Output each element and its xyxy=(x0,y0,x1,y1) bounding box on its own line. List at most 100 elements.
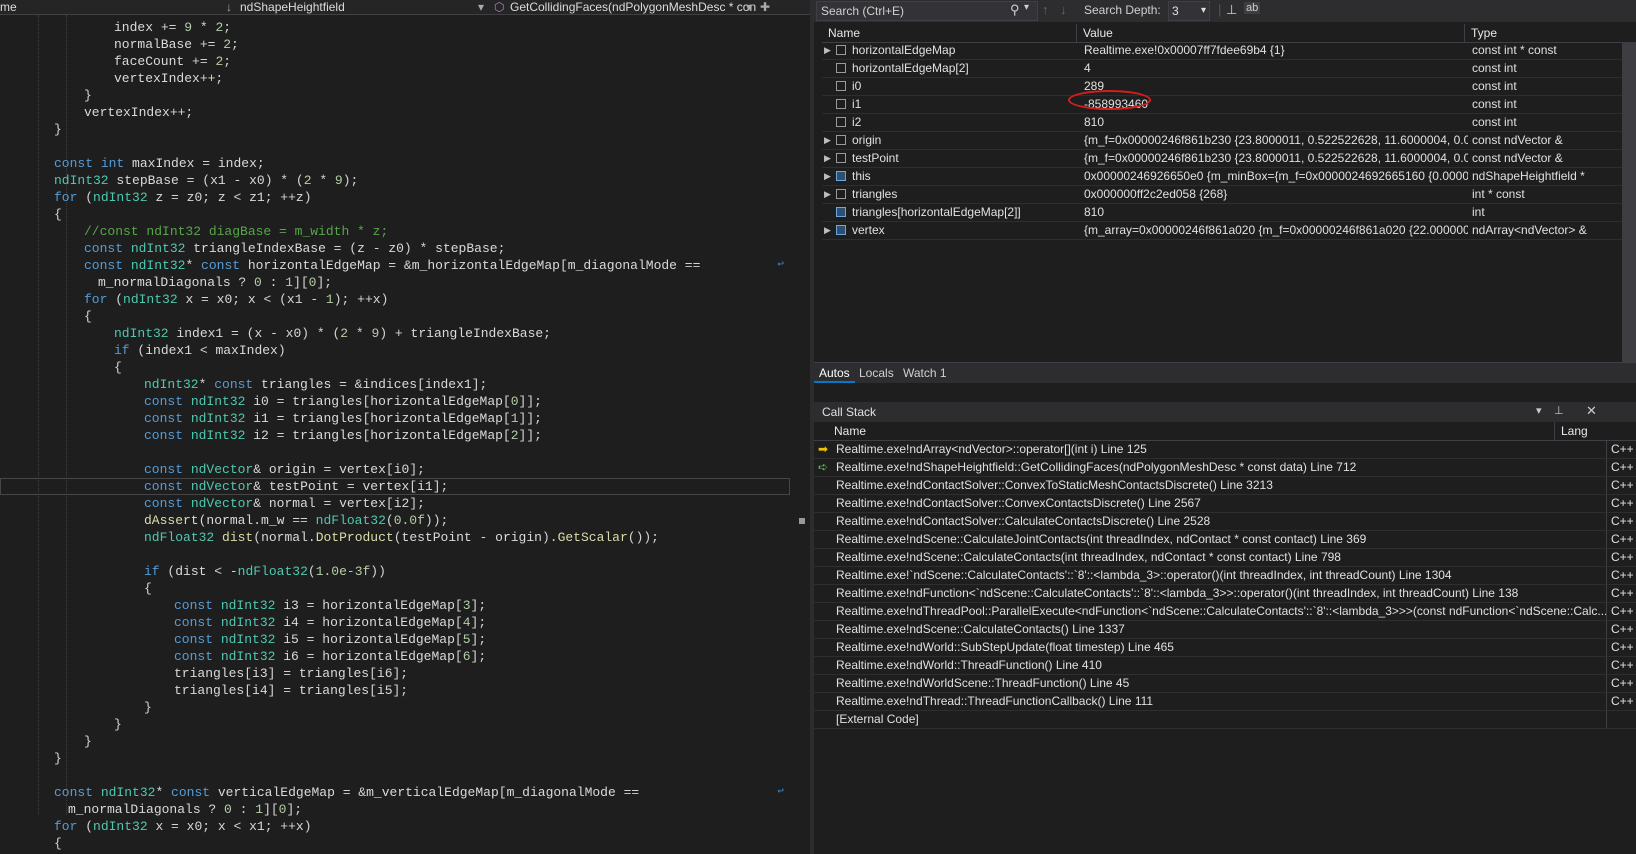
column-lang[interactable]: Lang xyxy=(1554,422,1594,440)
code-line[interactable]: ndInt32 stepBase = (x1 - x0) * (2 * 9); xyxy=(0,172,790,189)
code-line[interactable]: const ndInt32* const verticalEdgeMap = &… xyxy=(0,784,790,801)
code-line[interactable]: const ndInt32 i0 = triangles [horizontalE… xyxy=(0,393,790,410)
code-line[interactable]: index += 9 * 2; xyxy=(0,19,790,36)
code-line[interactable]: { xyxy=(0,835,790,852)
column-value[interactable]: Value xyxy=(1076,24,1464,42)
code-line[interactable] xyxy=(0,767,790,784)
call-stack-frame[interactable]: Realtime.exe!ndScene::CalculateJointCont… xyxy=(814,531,1636,549)
call-stack-frame[interactable]: Realtime.exe!ndScene::CalculateContacts(… xyxy=(814,621,1636,639)
watch-row[interactable]: ▶ triangles 0x000000ff2c2ed058 {268} int * … xyxy=(822,186,1636,204)
call-stack-frame[interactable]: Realtime.exe!ndWorld::ThreadFunction() L… xyxy=(814,657,1636,675)
code-line[interactable]: normalBase += 2; xyxy=(0,36,790,53)
watch-row[interactable]: ▶ origin {m_f=0x00000246f861b230 {23.80000… xyxy=(822,132,1636,150)
editor-scrollbar[interactable] xyxy=(792,15,810,854)
call-stack-frame[interactable]: Realtime.exe!ndContactSolver::ConvexCont… xyxy=(814,495,1636,513)
code-line[interactable] xyxy=(0,444,790,461)
code-line[interactable]: if (index1 < maxIndex) xyxy=(0,342,790,359)
code-line[interactable] xyxy=(0,138,790,155)
code-editor[interactable]: me ↓ ndShapeHeightfield ▾ ⬡ GetColliding… xyxy=(0,0,810,854)
arrow-up-icon[interactable]: ↑ xyxy=(1042,2,1049,17)
arrow-down-icon[interactable]: ↓ xyxy=(1060,2,1067,17)
code-line[interactable]: for (ndInt32 z = z0; z < z1; ++z) xyxy=(0,189,790,206)
watch-row[interactable]: ▶ horizontalEdgeMap Realtime.exe!0x00007ff… xyxy=(822,42,1636,60)
pin-icon[interactable]: ⊥ xyxy=(1226,2,1237,18)
call-stack-frame[interactable]: Realtime.exe!ndThreadPool::ParallelExecu… xyxy=(814,603,1636,621)
watch-row[interactable]: ▶ this 0x00000246926650e0 {m_minBox={m_f=0… xyxy=(822,168,1636,186)
code-line[interactable]: triangles[i3] = triangles[i6]; xyxy=(0,665,790,682)
watch-row[interactable]: ▶ testPoint {m_f=0x00000246f861b230 {23.80… xyxy=(822,150,1636,168)
code-line[interactable] xyxy=(0,546,790,563)
chevron-down-icon[interactable]: ▾ xyxy=(1024,2,1029,13)
code-line[interactable]: const ndInt32 i1 = triangles [horizontalE… xyxy=(0,410,790,427)
call-stack-frame[interactable]: ➪ Realtime.exe!ndShapeHeightfield::GetCol… xyxy=(814,459,1636,477)
code-line[interactable]: dAssert(normal.m_w == ndFloat32(0.0f)); xyxy=(0,512,790,529)
code-line[interactable]: const ndInt32 i5 = horizontalEdgeMap[5]; xyxy=(0,631,790,648)
code-line[interactable]: for (ndInt32 x = x0; x < (x1 - 1); ++x) xyxy=(0,291,790,308)
column-type[interactable]: Type xyxy=(1464,24,1630,42)
expand-arrow-icon[interactable]: ▶ xyxy=(824,42,834,59)
tab-locals[interactable]: Locals xyxy=(854,363,899,383)
watch-row[interactable]: i1 -858993460 const int xyxy=(822,96,1636,114)
code-line[interactable]: m_normalDiagonals ? 0 : 1][0]; xyxy=(0,801,790,818)
code-text[interactable]: index += 9 * 2; normalBase += 2; faceCount… xyxy=(0,19,790,852)
column-name[interactable]: Name xyxy=(828,422,1554,440)
code-line[interactable]: for (ndInt32 x = x0; x < x1; ++x) xyxy=(0,818,790,835)
nav-project-dropdown[interactable]: me xyxy=(0,0,17,14)
call-stack-frame[interactable]: Realtime.exe!ndThread::ThreadFunctionCal… xyxy=(814,693,1636,711)
code-line[interactable]: //const ndInt32 diagBase = m_width * z; xyxy=(0,223,790,240)
chevron-down-icon[interactable]: ▾ xyxy=(746,0,752,14)
code-line[interactable]: const ndInt32 i2 = triangles [horizontalE… xyxy=(0,427,790,444)
code-line[interactable]: const ndInt32 i6 = horizontalEdgeMap[6]; xyxy=(0,648,790,665)
watch-row[interactable]: triangles[horizontalEdgeMap[2]] 810 int xyxy=(822,204,1636,222)
watch-scrollbar[interactable] xyxy=(1622,42,1636,367)
code-line[interactable]: { xyxy=(0,580,790,597)
code-line[interactable]: ndFloat32 dist(normal.DotProduct(testPoi… xyxy=(0,529,790,546)
chevron-down-icon[interactable]: ▾ xyxy=(1536,404,1542,417)
code-line[interactable]: const ndInt32 i3 = horizontalEdgeMap[3]; xyxy=(0,597,790,614)
code-line[interactable]: } xyxy=(0,121,790,138)
tab-autos[interactable]: Autos xyxy=(814,363,855,383)
code-line[interactable]: if (dist < -ndFloat32(1.0e-3f)) xyxy=(0,563,790,580)
expand-arrow-icon[interactable]: ▶ xyxy=(824,150,834,167)
code-line[interactable]: const ndInt32* const horizontalEdgeMap =… xyxy=(0,257,790,274)
call-stack-frame[interactable]: ➡ Realtime.exe!ndArray<ndVector>::operato… xyxy=(814,441,1636,459)
search-depth-select[interactable]: 3 ▾ xyxy=(1168,1,1210,21)
code-line[interactable]: } xyxy=(0,87,790,104)
code-line[interactable]: { xyxy=(0,206,790,223)
close-icon[interactable]: ✕ xyxy=(1586,403,1597,419)
call-stack-frame[interactable]: Realtime.exe!`ndScene::CalculateContacts… xyxy=(814,567,1636,585)
watch-search-input[interactable]: Search (Ctrl+E) xyxy=(816,1,1038,21)
hex-display-icon[interactable]: ab xyxy=(1244,2,1261,14)
watch-row[interactable]: ▶ vertex {m_array=0x00000246f861a020 {m_f=… xyxy=(822,222,1636,240)
code-line[interactable]: const ndInt32 i4 = horizontalEdgeMap[4]; xyxy=(0,614,790,631)
split-icon[interactable]: ✚ xyxy=(760,0,770,14)
code-line[interactable]: } xyxy=(0,733,790,750)
code-line[interactable]: const ndVector& testPoint = vertex[i1]; xyxy=(0,478,790,495)
tab-watch-1[interactable]: Watch 1 xyxy=(898,363,952,383)
pin-icon[interactable]: ⊥ xyxy=(1554,404,1564,417)
code-line[interactable]: } xyxy=(0,699,790,716)
call-stack-frame[interactable]: Realtime.exe!ndScene::CalculateContacts(… xyxy=(814,549,1636,567)
nav-member-dropdown[interactable]: GetCollidingFaces(ndPolygonMeshDesc * co… xyxy=(510,0,756,14)
code-line[interactable]: faceCount += 2; xyxy=(0,53,790,70)
expand-arrow-icon[interactable]: ▶ xyxy=(824,132,834,149)
call-stack-frame[interactable]: Realtime.exe!ndContactSolver::CalculateC… xyxy=(814,513,1636,531)
expand-arrow-icon[interactable]: ▶ xyxy=(824,168,834,185)
call-stack-frame[interactable]: Realtime.exe!ndWorldScene::ThreadFunctio… xyxy=(814,675,1636,693)
call-stack-frame[interactable]: Realtime.exe!ndWorld::SubStepUpdate(floa… xyxy=(814,639,1636,657)
code-line[interactable]: { xyxy=(0,359,790,376)
nav-scope-dropdown[interactable]: ndShapeHeightfield xyxy=(240,0,345,14)
column-name[interactable]: Name xyxy=(822,24,1076,42)
code-line[interactable]: const ndVector& normal = vertex[i2]; xyxy=(0,495,790,512)
code-line[interactable]: } xyxy=(0,716,790,733)
chevron-down-icon[interactable]: ▾ xyxy=(478,0,484,14)
code-line[interactable]: vertexIndex++; xyxy=(0,104,790,121)
code-line[interactable]: { xyxy=(0,308,790,325)
search-icon[interactable]: ⚲ xyxy=(1010,2,1020,18)
call-stack-frame[interactable]: Realtime.exe!ndContactSolver::ConvexToSt… xyxy=(814,477,1636,495)
code-line[interactable]: ndInt32 index1 = (x - x0) * (2 * 9) + tr… xyxy=(0,325,790,342)
code-line[interactable]: const int maxIndex = index; xyxy=(0,155,790,172)
code-line[interactable]: m_normalDiagonals ? 0 : 1][0]; xyxy=(0,274,790,291)
code-line[interactable]: const ndVector& origin = vertex[i0]; xyxy=(0,461,790,478)
watch-row[interactable]: i2 810 const int xyxy=(822,114,1636,132)
